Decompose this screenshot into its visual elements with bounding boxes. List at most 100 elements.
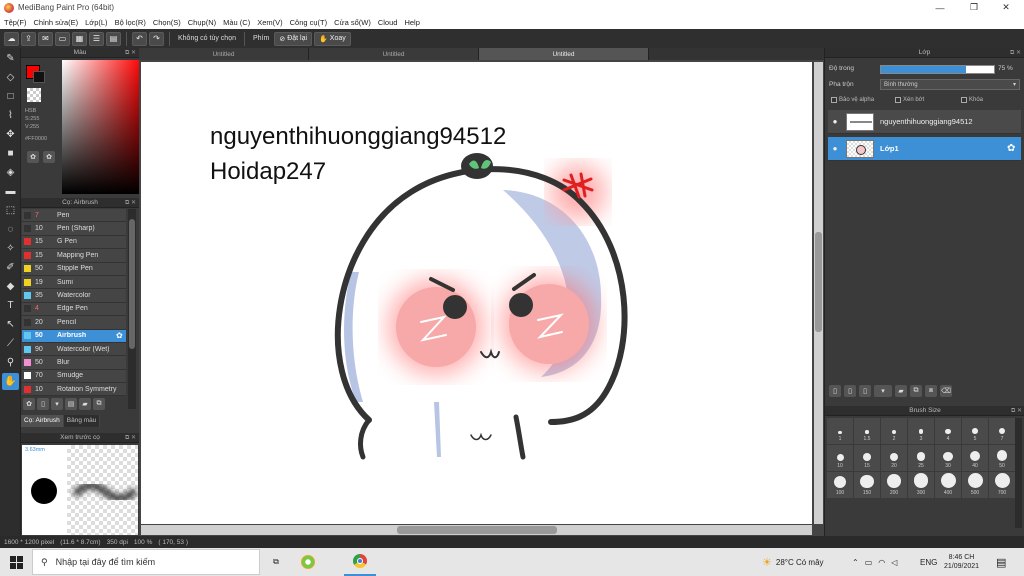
scrollbar-thumb[interactable] <box>815 232 822 332</box>
brush-row[interactable]: 50 Blur <box>22 356 126 370</box>
brush-size-cell[interactable]: 5 <box>962 418 988 444</box>
panel-controls-icon[interactable]: ⧉ ✕ <box>125 199 136 207</box>
menu-color[interactable]: Màu (C) <box>223 18 250 27</box>
close-button[interactable]: ✕ <box>988 0 1024 15</box>
task-view-icon[interactable]: ⧉ <box>260 548 292 576</box>
brush-size-cell[interactable]: 3 <box>908 418 934 444</box>
menu-tools[interactable]: Công cụ(T) <box>290 18 328 27</box>
list-icon[interactable]: ☰ <box>89 31 104 46</box>
material-icon[interactable]: ▦ <box>72 31 87 46</box>
share-icon[interactable]: ⇪ <box>21 31 36 46</box>
brush-row[interactable]: 10 Pen (Sharp) <box>22 222 126 236</box>
brush-size-cell[interactable]: 100 <box>827 472 853 498</box>
eyedropper-tool-icon[interactable]: ⚲ <box>2 354 19 371</box>
brush-row[interactable]: 90 Watercolor (Wet) <box>22 342 126 357</box>
gear-icon[interactable]: ✿ <box>116 331 126 340</box>
tab-brush[interactable]: Cọ: Airbrush <box>21 415 64 427</box>
text-tool-icon[interactable]: T <box>2 297 19 314</box>
panel-controls-icon[interactable]: ⧉ ✕ <box>125 49 136 57</box>
brush-size-cell[interactable]: 1 <box>827 418 853 444</box>
color-settings-icon[interactable]: ✿ <box>43 151 55 163</box>
menu-help[interactable]: Help <box>404 18 419 27</box>
brush-size-cell[interactable]: 700 <box>989 472 1015 498</box>
new-brush-icon[interactable]: ▯ <box>37 398 49 410</box>
transparent-color-swatch[interactable] <box>27 88 41 102</box>
brush-size-cell[interactable]: 10 <box>827 445 853 471</box>
move-tool-icon[interactable]: ✥ <box>2 126 19 143</box>
lasso-tool-icon[interactable]: ◌ <box>2 221 19 238</box>
brush-menu-icon[interactable]: ▾ <box>51 398 63 410</box>
brush-row[interactable]: 20 Pencil <box>22 316 126 330</box>
menu-cloud[interactable]: Cloud <box>378 18 398 27</box>
layer-row[interactable]: ● nguyenthihuonggiang94512 <box>828 110 1021 134</box>
brush-size-cell[interactable]: 500 <box>962 472 988 498</box>
select-tool-icon[interactable]: ⬚ <box>2 202 19 219</box>
layer-row[interactable]: ● Lớp1 ✿ <box>828 137 1021 161</box>
add-layer-menu-icon[interactable]: ▾ <box>874 385 892 397</box>
saturation-brightness-picker[interactable] <box>62 60 142 194</box>
folder-icon[interactable]: ▰ <box>79 398 91 410</box>
maximize-button[interactable]: ❐ <box>956 0 992 15</box>
lock-checkbox[interactable]: Khóa <box>961 97 983 103</box>
brush-list-scrollbar[interactable] <box>128 209 136 409</box>
pen-curve-tool-icon[interactable]: ⌇ <box>2 107 19 124</box>
medibang-taskbar-icon[interactable] <box>292 548 324 576</box>
panel-controls-icon[interactable]: ⧉ ✕ <box>1011 407 1022 415</box>
document-tab-2[interactable]: Untitled <box>309 48 479 60</box>
brush-row[interactable]: 70 Smudge <box>22 369 126 384</box>
brush-row[interactable]: 7 Pen <box>22 209 126 223</box>
brush-row[interactable]: 35 Watercolor <box>22 289 126 303</box>
brush-size-cell[interactable]: 400 <box>935 472 961 498</box>
brush-row[interactable]: 4 Edge Pen <box>22 302 126 317</box>
brush-size-cell[interactable]: 40 <box>962 445 988 471</box>
select-eraser-tool-icon[interactable]: ◆ <box>2 278 19 295</box>
redo-icon[interactable]: ↷ <box>149 31 164 46</box>
brush-row[interactable]: 50 Stipple Pen <box>22 262 126 276</box>
brush-size-cell[interactable]: 300 <box>908 472 934 498</box>
menu-select[interactable]: Chọn(S) <box>153 18 181 27</box>
brush-row[interactable]: 50 Airbrush ✿ <box>22 329 126 343</box>
menu-layer[interactable]: Lớp(L) <box>85 18 107 27</box>
duplicate-layer-icon[interactable]: ⧉ <box>910 385 922 397</box>
canvas-vertical-scrollbar[interactable] <box>814 62 823 524</box>
weather-widget[interactable]: ☀ 28°C Có mây <box>762 548 824 576</box>
canvas-text-line1[interactable]: nguyenthihuonggiang94512 <box>210 123 506 151</box>
menu-filter[interactable]: Bộ lọc(R) <box>115 18 146 27</box>
gradient-tool-icon[interactable]: ▬ <box>2 183 19 200</box>
chrome-taskbar-icon[interactable] <box>344 548 376 576</box>
undo-icon[interactable]: ↶ <box>132 31 147 46</box>
brush-size-cell[interactable]: 4 <box>935 418 961 444</box>
new-layer-icon[interactable]: ▯ <box>829 385 841 397</box>
operation-tool-icon[interactable]: ↖ <box>2 316 19 333</box>
cloud-icon[interactable]: ☁ <box>4 31 19 46</box>
brush-size-cell[interactable]: 7 <box>989 418 1015 444</box>
brush-size-cell[interactable]: 200 <box>881 472 907 498</box>
windows-start-button[interactable] <box>0 548 32 576</box>
panel-controls-icon[interactable]: ⧉ ✕ <box>125 434 136 442</box>
chat-icon[interactable]: ▭ <box>55 31 70 46</box>
eraser-tool-icon[interactable]: ◇ <box>2 69 19 86</box>
brush-size-cell[interactable]: 25 <box>908 445 934 471</box>
add-brush-icon[interactable]: ✿ <box>23 398 35 410</box>
brush-size-scrollbar[interactable] <box>1015 418 1022 528</box>
divide-tool-icon[interactable]: ⟋ <box>2 335 19 352</box>
taskbar-search-box[interactable]: ⚲ Nhập tại đây để tìm kiếm <box>32 549 260 575</box>
brush-row[interactable]: 10 Rotation Symmetry <box>22 383 126 397</box>
layers-icon[interactable]: ▤ <box>106 31 121 46</box>
reset-button[interactable]: ⊘ Đặt lại <box>274 31 313 46</box>
document-tab-1[interactable]: Untitled <box>139 48 309 60</box>
brush-size-cell[interactable]: 2 <box>881 418 907 444</box>
menu-snap[interactable]: Chụp(N) <box>188 18 216 27</box>
duplicate-icon[interactable]: ⧉ <box>93 398 105 410</box>
menu-file[interactable]: Tệp(F) <box>4 18 27 27</box>
gear-icon[interactable]: ✿ <box>1007 143 1021 154</box>
clipping-checkbox[interactable]: Xén bớt <box>895 97 924 103</box>
brush-settings-icon[interactable]: ▤ <box>65 398 77 410</box>
scrollbar-thumb[interactable] <box>129 219 135 349</box>
language-indicator[interactable]: ENG <box>920 548 937 576</box>
visibility-icon[interactable]: ● <box>828 110 842 134</box>
brush-row[interactable]: 15 G Pen <box>22 235 126 250</box>
chevron-up-icon[interactable]: ⌃ <box>852 558 859 567</box>
minimize-button[interactable]: — <box>922 0 958 15</box>
trash-icon[interactable]: ⌫ <box>940 385 952 397</box>
